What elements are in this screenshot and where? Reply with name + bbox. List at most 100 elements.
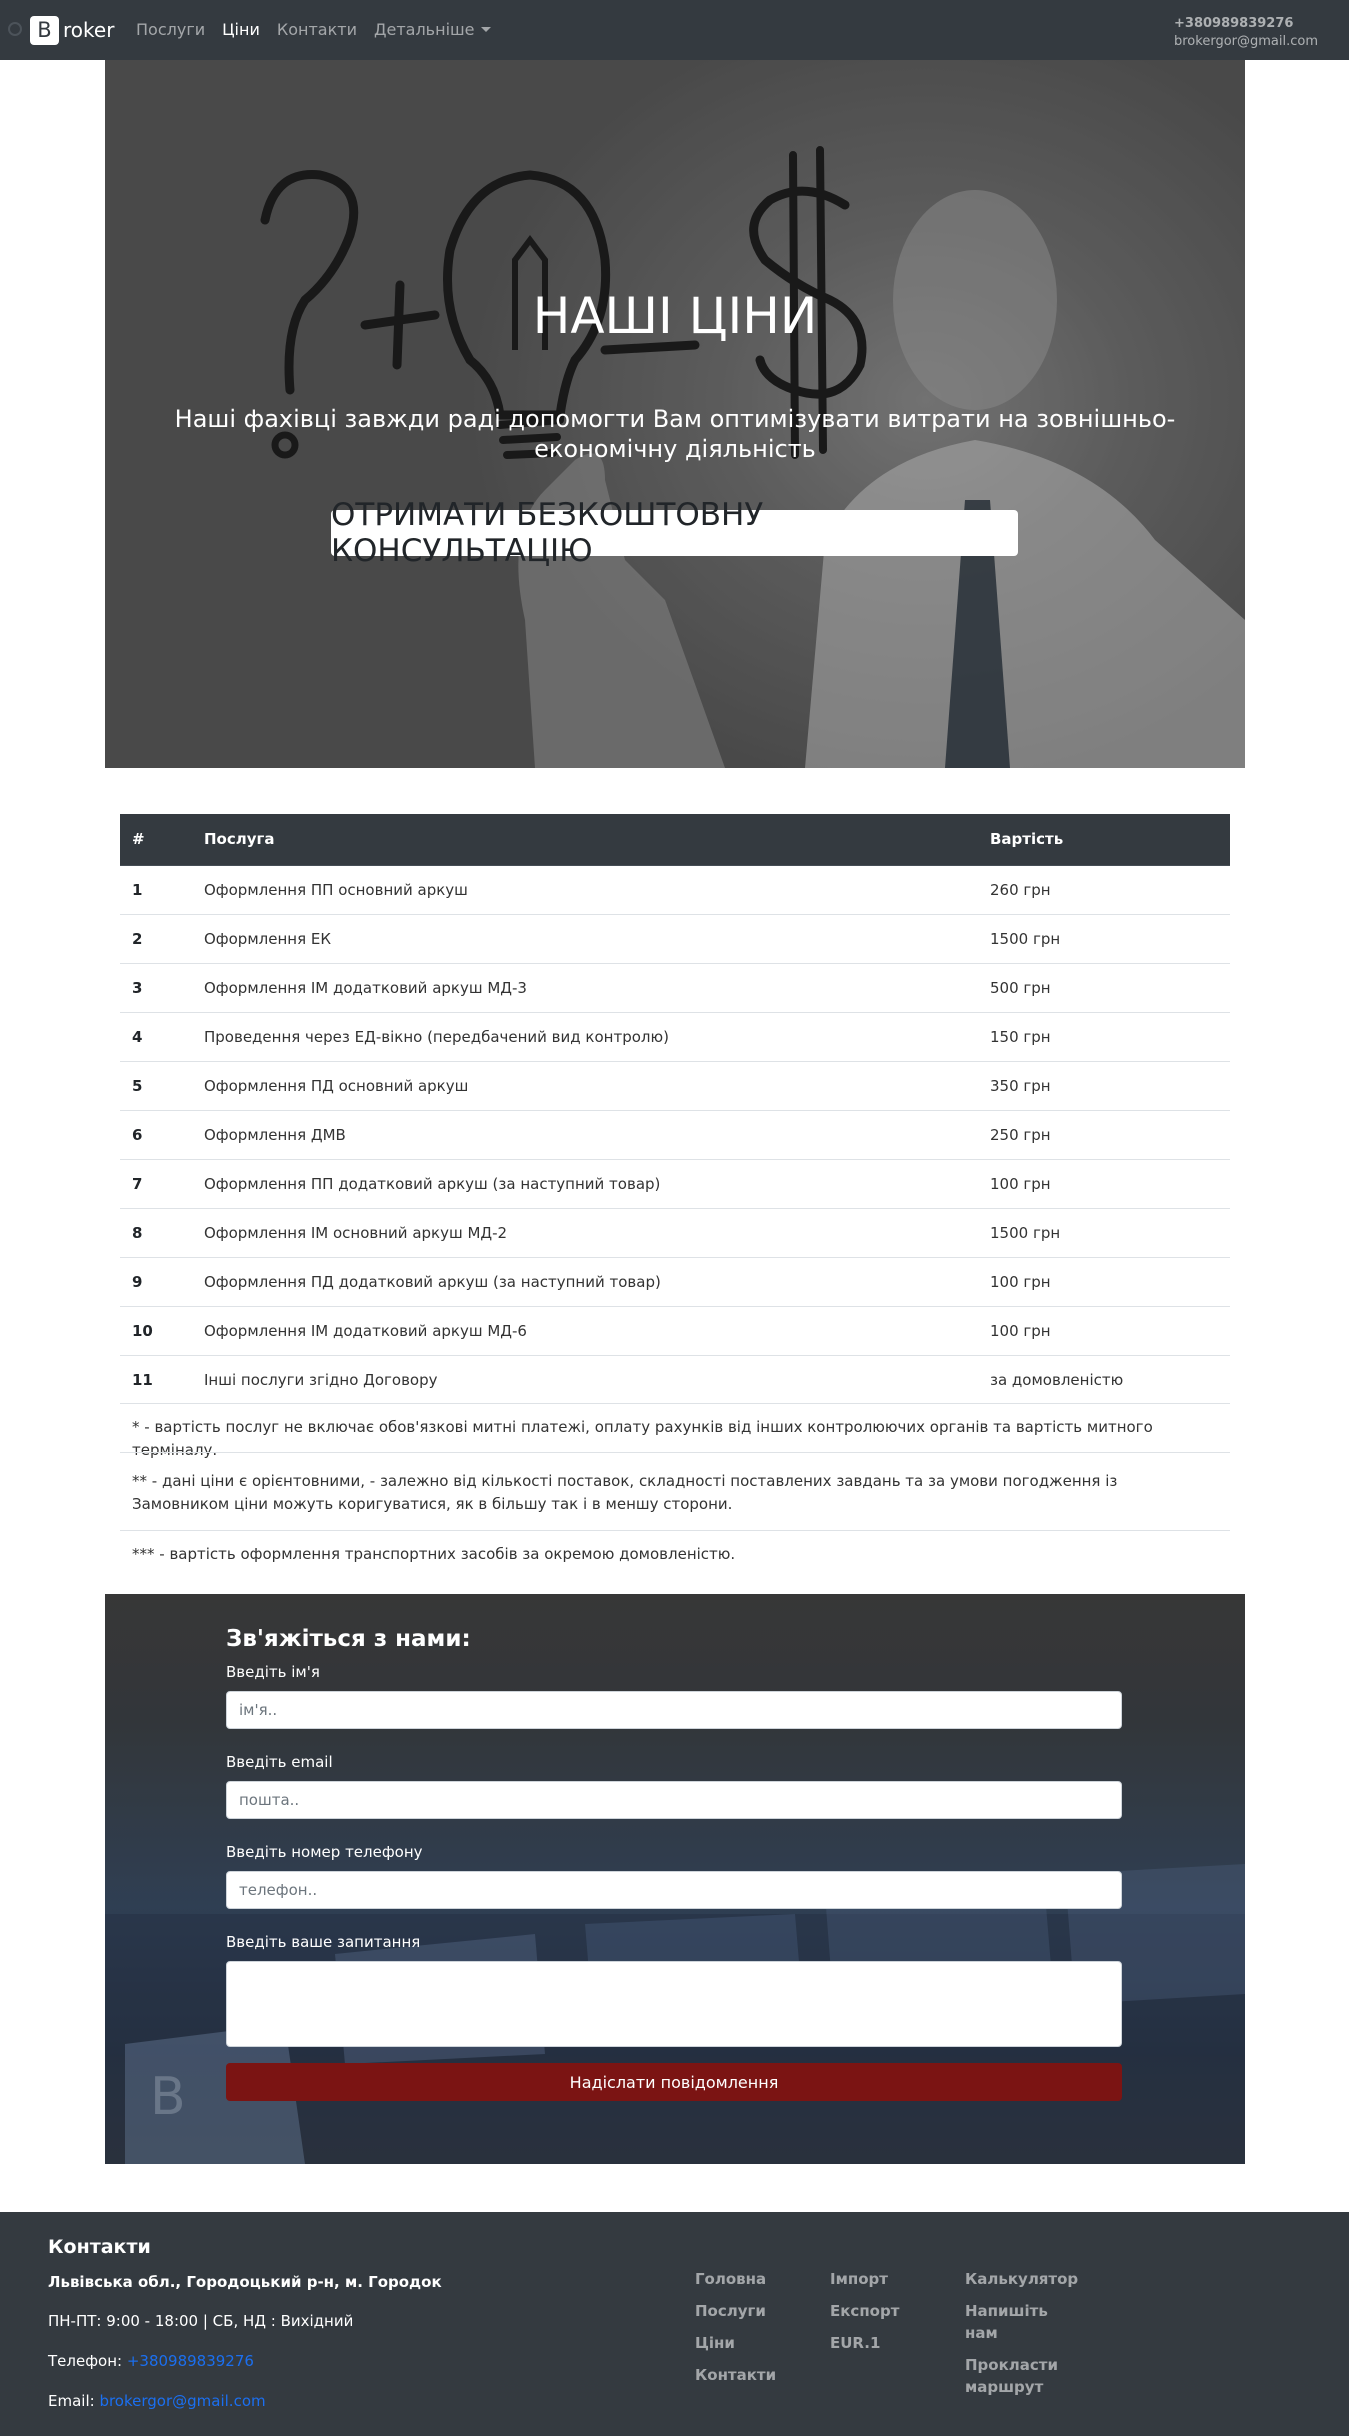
nav-email[interactable]: brokergor@gmail.com: [1174, 33, 1318, 51]
brand-logo-letter: B: [30, 15, 59, 45]
footer-nav-column-1: Головна Послуги Ціни Контакти: [695, 2268, 795, 2396]
footer: Контакти Львівська обл., Городоцький р-н…: [0, 2212, 1349, 2436]
row-number: 3: [120, 962, 192, 1012]
name-input[interactable]: [226, 1691, 1122, 1729]
question-label: Введіть ваше запитання: [226, 1933, 421, 1951]
footer-email-link[interactable]: brokergor@gmail.com: [99, 2392, 265, 2410]
brand-logo-text: roker: [63, 18, 115, 42]
table-row: 5 Оформлення ПД основний аркуш 350 грн: [120, 1060, 1230, 1110]
row-service: Оформлення ПП додатковий аркуш (за насту…: [192, 1158, 978, 1208]
nav-link-services[interactable]: Послуги: [136, 20, 205, 39]
nav-phone[interactable]: +380989839276: [1174, 15, 1318, 33]
footer-email-label: Email:: [48, 2392, 100, 2410]
footer-phone-link[interactable]: +380989839276: [127, 2352, 254, 2370]
price-table: # Послуга Вартість 1 Оформлення ПП основн…: [120, 814, 1230, 1404]
contact-section: B Зв'яжіться з нами: Введіть ім'я Введіт…: [105, 1594, 1245, 2164]
row-number: 7: [120, 1158, 192, 1208]
email-input[interactable]: [226, 1781, 1122, 1819]
nav-contact-info: +380989839276 brokergor@gmail.com: [1174, 15, 1318, 51]
footer-link-home[interactable]: Головна: [695, 2268, 795, 2290]
table-row: 11 Інші послуги згідно Договору за домовле…: [120, 1354, 1230, 1404]
hero-title: НАШІ ЦІНИ: [532, 287, 818, 345]
footer-nav-column-2: Імпорт Експорт EUR.1: [830, 2268, 930, 2364]
contact-form: Зв'яжіться з нами: Введіть ім'я Введіть …: [226, 1626, 1122, 2101]
row-price: 500 грн: [978, 962, 1230, 1012]
navbar: B roker Послуги Ціни Контакти Детальніше…: [0, 0, 1349, 60]
footer-link-prices[interactable]: Ціни: [695, 2332, 795, 2354]
row-service: Оформлення ІМ основний аркуш МД-2: [192, 1207, 978, 1257]
row-price: 100 грн: [978, 1256, 1230, 1306]
row-service: Оформлення ІМ додатковий аркуш МД-6: [192, 1305, 978, 1355]
circle-icon: [8, 22, 22, 36]
phone-input[interactable]: [226, 1871, 1122, 1909]
price-note-1: * - вартість послуг не включає обов'язко…: [132, 1418, 1153, 1459]
nav-links: Послуги Ціни Контакти Детальніше: [136, 20, 508, 39]
nav-dropdown-more[interactable]: Детальніше: [374, 20, 491, 39]
nav-dropdown-label: Детальніше: [373, 20, 475, 39]
price-note-2: ** - дані ціни є орієнтовними, - залежно…: [132, 1472, 1118, 1513]
brand-logo[interactable]: B roker: [30, 15, 114, 45]
divider: [120, 1452, 1230, 1453]
footer-hours: ПН-ПТ: 9:00 - 18:00 | СБ, НД : Вихідний: [48, 2312, 354, 2330]
row-service: Оформлення ІМ додатковий аркуш МД-3: [192, 962, 978, 1012]
row-number: 9: [120, 1256, 192, 1306]
footer-link-services[interactable]: Послуги: [695, 2300, 795, 2322]
row-service: Оформлення ЕК: [192, 913, 978, 963]
footer-nav-column-3: Калькулятор Напишіть нам Прокласти маршр…: [965, 2268, 1078, 2408]
footer-link-import[interactable]: Імпорт: [830, 2268, 930, 2290]
row-service: Оформлення ПД основний аркуш: [192, 1060, 978, 1110]
divider: [120, 1530, 1230, 1531]
footer-link-calculator[interactable]: Калькулятор: [965, 2268, 1078, 2290]
table-row: 4 Проведення через ЕД-вікно (передбачений…: [120, 1011, 1230, 1061]
question-textarea[interactable]: [226, 1961, 1122, 2047]
footer-link-contacts[interactable]: Контакти: [695, 2364, 795, 2386]
name-label: Введіть ім'я: [226, 1663, 320, 1681]
footer-link-route[interactable]: Прокласти маршрут: [965, 2354, 1065, 2398]
chevron-down-icon: [480, 27, 491, 32]
divider: [120, 1403, 1230, 1404]
phone-label: Введіть номер телефону: [226, 1843, 423, 1861]
row-number: 1: [120, 864, 192, 914]
row-number: 11: [120, 1354, 192, 1404]
row-price: 100 грн: [978, 1158, 1230, 1208]
hero-banner: НАШІ ЦІНИ Наші фахівці завжди раді допом…: [105, 60, 1245, 768]
table-row: 1 Оформлення ПП основний аркуш 260 грн: [120, 864, 1230, 914]
row-service: Оформлення ПД додатковий аркуш (за насту…: [192, 1256, 978, 1306]
row-service: Проведення через ЕД-вікно (передбачений …: [192, 1011, 978, 1061]
footer-link-eur1[interactable]: EUR.1: [830, 2332, 930, 2354]
table-row: 7 Оформлення ПП додатковий аркуш (за наст…: [120, 1158, 1230, 1208]
nav-link-contacts[interactable]: Контакти: [277, 20, 357, 39]
price-note-3: *** - вартість оформлення транспортних з…: [132, 1545, 736, 1563]
row-price: 150 грн: [978, 1011, 1230, 1061]
table-header-row: # Послуга Вартість: [120, 814, 1230, 866]
row-price: 260 грн: [978, 864, 1230, 914]
table-row: 6 Оформлення ДМВ 250 грн: [120, 1109, 1230, 1159]
footer-link-export[interactable]: Експорт: [830, 2300, 930, 2322]
free-consultation-button[interactable]: ОТРИМАТИ БЕЗКОШТОВНУ КОНСУЛЬТАЦІЮ: [331, 497, 1018, 569]
column-header-service: Послуга: [192, 814, 978, 866]
row-number: 4: [120, 1011, 192, 1061]
footer-title: Контакти: [48, 2236, 151, 2258]
table-row: 9 Оформлення ПД додатковий аркуш (за наст…: [120, 1256, 1230, 1306]
footer-link-write-us[interactable]: Напишіть нам: [965, 2300, 1065, 2344]
row-service: Оформлення ДМВ: [192, 1109, 978, 1159]
email-label: Введіть email: [226, 1753, 333, 1771]
footer-address: Львівська обл., Городоцький р-н, м. Горо…: [48, 2273, 442, 2291]
row-number: 6: [120, 1109, 192, 1159]
send-message-button[interactable]: Надіслати повідомлення: [226, 2063, 1122, 2101]
row-number: 10: [120, 1305, 192, 1355]
table-row: 10 Оформлення ІМ додатковий аркуш МД-6 100…: [120, 1305, 1230, 1355]
row-number: 8: [120, 1207, 192, 1257]
footer-email: Email: brokergor@gmail.com: [48, 2392, 266, 2410]
row-service: Оформлення ПП основний аркуш: [192, 864, 978, 914]
footer-phone-label: Телефон:: [48, 2352, 127, 2370]
row-price: 100 грн: [978, 1305, 1230, 1355]
row-price: 1500 грн: [978, 1207, 1230, 1257]
column-header-number: #: [120, 814, 192, 866]
hero-subtitle: Наші фахівці завжди раді допомогти Вам о…: [174, 405, 1176, 463]
table-row: 2 Оформлення ЕК 1500 грн: [120, 913, 1230, 963]
row-service: Інші послуги згідно Договору: [192, 1354, 978, 1404]
table-row: 3 Оформлення ІМ додатковий аркуш МД-3 500 …: [120, 962, 1230, 1012]
nav-link-prices[interactable]: Ціни: [222, 20, 260, 39]
table-row: 8 Оформлення ІМ основний аркуш МД-2 1500 г…: [120, 1207, 1230, 1257]
